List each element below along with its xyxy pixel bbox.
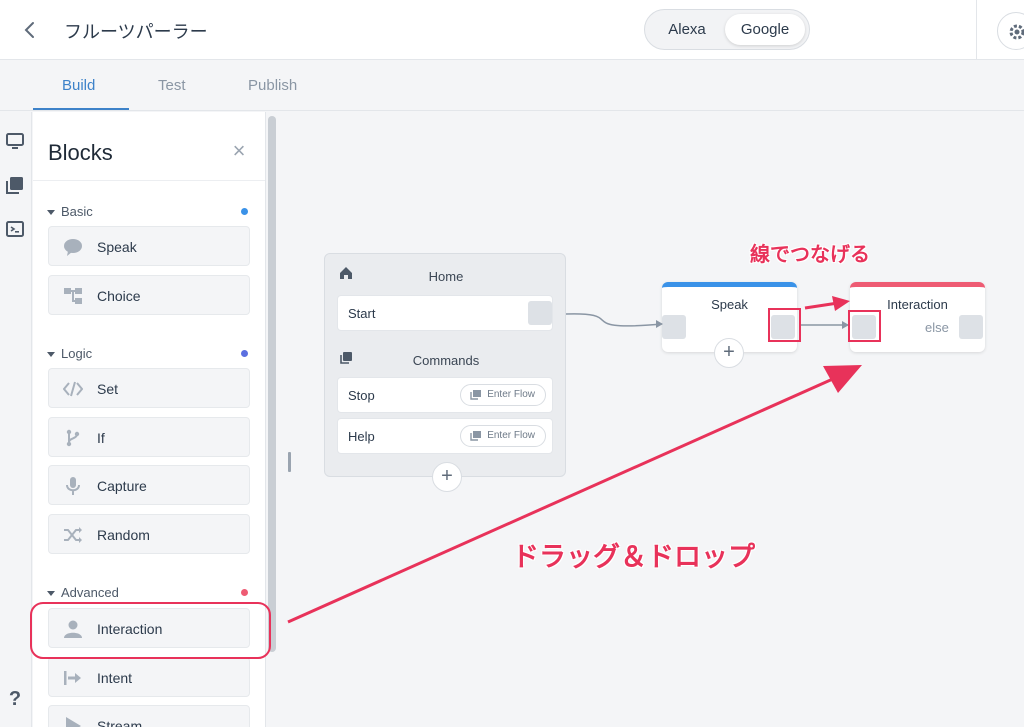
drag-annotation-arrowhead: [823, 365, 862, 393]
drag-annotation-label: ドラッグ＆ドロップ: [512, 542, 755, 573]
connect-annotation-arrow: [804, 301, 839, 310]
drag-annotation-arrow: [287, 376, 836, 624]
output-port-highlight: [768, 308, 801, 342]
connect-annotation-label: 線でつなげる: [750, 242, 870, 266]
connection-overlay: [30, 296, 862, 659]
start-to-speak-line: [565, 313, 663, 327]
interaction-block-highlight: [30, 602, 271, 659]
connect-annotation-arrowhead: [832, 296, 850, 311]
line-arrowhead: [656, 320, 663, 328]
input-port-highlight: [848, 310, 881, 342]
